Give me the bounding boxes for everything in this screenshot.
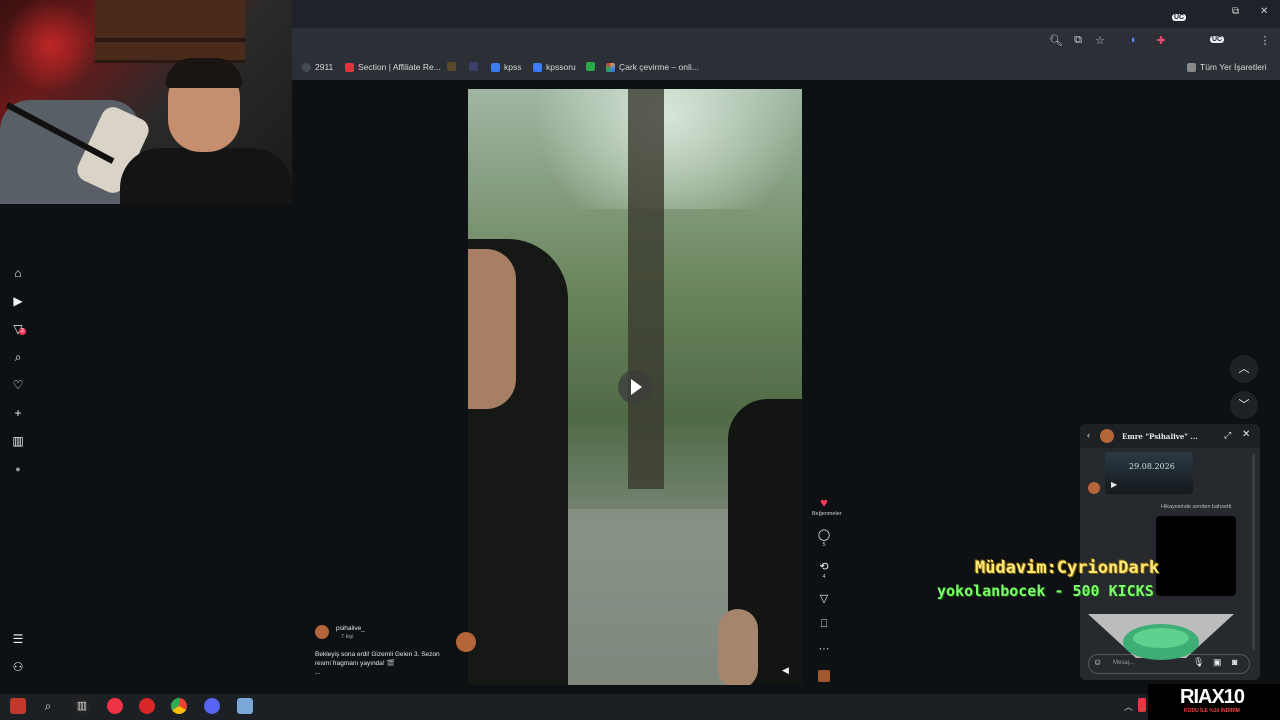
author-name[interactable]: psihalive_ [336,625,365,632]
bookmark-icon-only-1[interactable] [447,62,456,71]
next-reel-button[interactable]: ﹀ [1230,391,1258,419]
play-icon [631,379,642,395]
app-icon-3[interactable] [237,698,253,714]
likes-label: Beğenmeler [812,511,842,517]
overlay-kicks-line: yokolanbocek - 500 KICKS [937,582,1154,600]
notification-badge: 2 [19,328,26,335]
story-thumbnail[interactable]: 29.08.2026 ▶ [1105,452,1193,494]
all-bookmarks[interactable]: Tüm Yer İşaretleri [1187,62,1267,72]
more-button[interactable]: ··· [812,643,836,655]
play-button[interactable] [618,370,652,404]
play-icon: ▶ [1111,480,1118,489]
install-app-icon[interactable]: ⧉ [1071,34,1085,47]
search-icon[interactable]: ⌕ [11,350,25,364]
bookmark-kpss[interactable]: kpss [491,62,521,72]
taskbar: ⌕ ▥ ︿ [0,694,1148,720]
story-date: 29.08.2026 [1129,462,1175,471]
collab-avatar[interactable] [456,632,476,652]
chat-scrollbar[interactable] [1252,454,1255,650]
webcam-overlay [0,0,292,204]
bookmark-2911[interactable]: 2911 [302,62,333,72]
bookmark-favicon [345,62,354,72]
author-avatar[interactable] [315,625,329,639]
bookmark-icon-only-3[interactable] [586,62,595,71]
comment-count: 5 [822,542,826,548]
browser-titlebar: ⧉ ✕ UC [292,0,1280,28]
bookmark-star-icon[interactable]: ☆ [1093,34,1107,47]
tray-app-icon[interactable] [1138,698,1146,712]
bookmark-favicon [606,62,615,72]
taskbar-app-1[interactable] [10,698,26,714]
home-icon[interactable]: ⌂ [11,266,25,280]
bookmark-favicon [302,62,311,72]
uc-badge: UC [1172,14,1187,21]
close-icon[interactable]: ✕ [1260,6,1268,17]
uc-badge-2: UC [1210,36,1225,43]
sponsor-banner: RIAX10 KODU İLE %10 İNDİRİM [1148,684,1280,720]
mute-icon[interactable]: ◀︎ [782,665,789,676]
menu-dots-icon[interactable]: ⋮ [1258,34,1272,47]
bookmark-favicon [533,62,542,72]
like-button[interactable]: ♥ Beğenmeler [812,495,842,517]
mention-text: Hikayesinde senden bahsetti [1161,504,1232,510]
bookmark-icon-only-2[interactable] [469,62,478,71]
close-icon[interactable]: ✕ [1242,429,1250,440]
plus-icon[interactable]: + [11,406,25,420]
sender-avatar [1088,482,1100,494]
apps-icon[interactable]: ⚇ [11,660,25,674]
menu-icon[interactable]: ☰ [11,632,25,646]
sponsor-subtext: KODU İLE %10 İNDİRİM [1184,708,1240,714]
heart-icon[interactable]: ♡ [11,378,25,392]
share-button[interactable]: ▽ [812,592,836,605]
restore-icon[interactable]: ⧉ [1232,6,1239,17]
zoom-icon[interactable]: 🔍︎ [1049,34,1063,47]
opera-icon[interactable] [139,698,155,714]
avatar[interactable]: ● [11,462,25,476]
bookmark-favicon [491,62,500,72]
gift-bowl-overlay [1086,612,1236,672]
bookmark-cark[interactable]: Çark çevirme – onli... [606,62,699,72]
previous-reel-button[interactable]: ︿ [1230,355,1258,383]
play-icon[interactable]: ▶ [11,294,25,308]
bookmark-favicon [469,62,478,71]
audio-avatar[interactable] [812,670,836,685]
chat-avatar [1100,429,1114,443]
repost-count: 4 [822,574,826,580]
chat-header: ‹ Emre "Psihalive" ... ⤢ ✕ [1080,424,1260,448]
folder-icon [1187,62,1196,72]
back-icon[interactable]: ‹ [1087,430,1090,440]
overlay-moderator-line: Müdavim:CyrionDark [975,558,1160,578]
caption-more[interactable]: ... [315,668,455,677]
extension-icon[interactable]: ✚ [1154,34,1168,47]
comment-button[interactable]: ◯ 5 [812,528,836,548]
bookmark-kpssoru[interactable]: kpssoru [533,62,576,72]
audience: 7 kişi [341,634,354,640]
bookmark-affiliate[interactable]: Section | Affiliate Re... [345,62,441,72]
search-icon[interactable]: ⌕ [40,698,56,714]
bookmark-favicon [586,62,595,71]
tray-chevron-icon[interactable]: ︿ [1124,700,1133,713]
filter-icon[interactable]: ▽ 2 [11,322,26,336]
chart-icon[interactable]: ▥ [11,434,25,448]
bookmarks-bar: 2911 Section | Affiliate Re... kpss kpss… [292,56,1280,80]
file-explorer-icon[interactable]: ▥ [74,698,90,714]
audio-icon[interactable]: ◖ [1126,34,1140,46]
sponsor-brand: RIAX10 [1180,686,1245,708]
save-button[interactable]: ⎕ [812,618,836,631]
shared-story[interactable] [1156,516,1236,596]
chrome-icon[interactable] [171,698,187,714]
repost-button[interactable]: ⟲ 4 [812,560,836,580]
discord-icon[interactable] [204,698,220,714]
app-icon-2[interactable] [107,698,123,714]
post-caption: Bekleyiş sona erdi! Gizemli Gelen 3. Sez… [315,650,455,677]
chat-title[interactable]: Emre "Psihalive" ... [1122,432,1198,441]
expand-icon[interactable]: ⤢ [1224,430,1231,441]
bookmark-favicon [447,62,456,71]
